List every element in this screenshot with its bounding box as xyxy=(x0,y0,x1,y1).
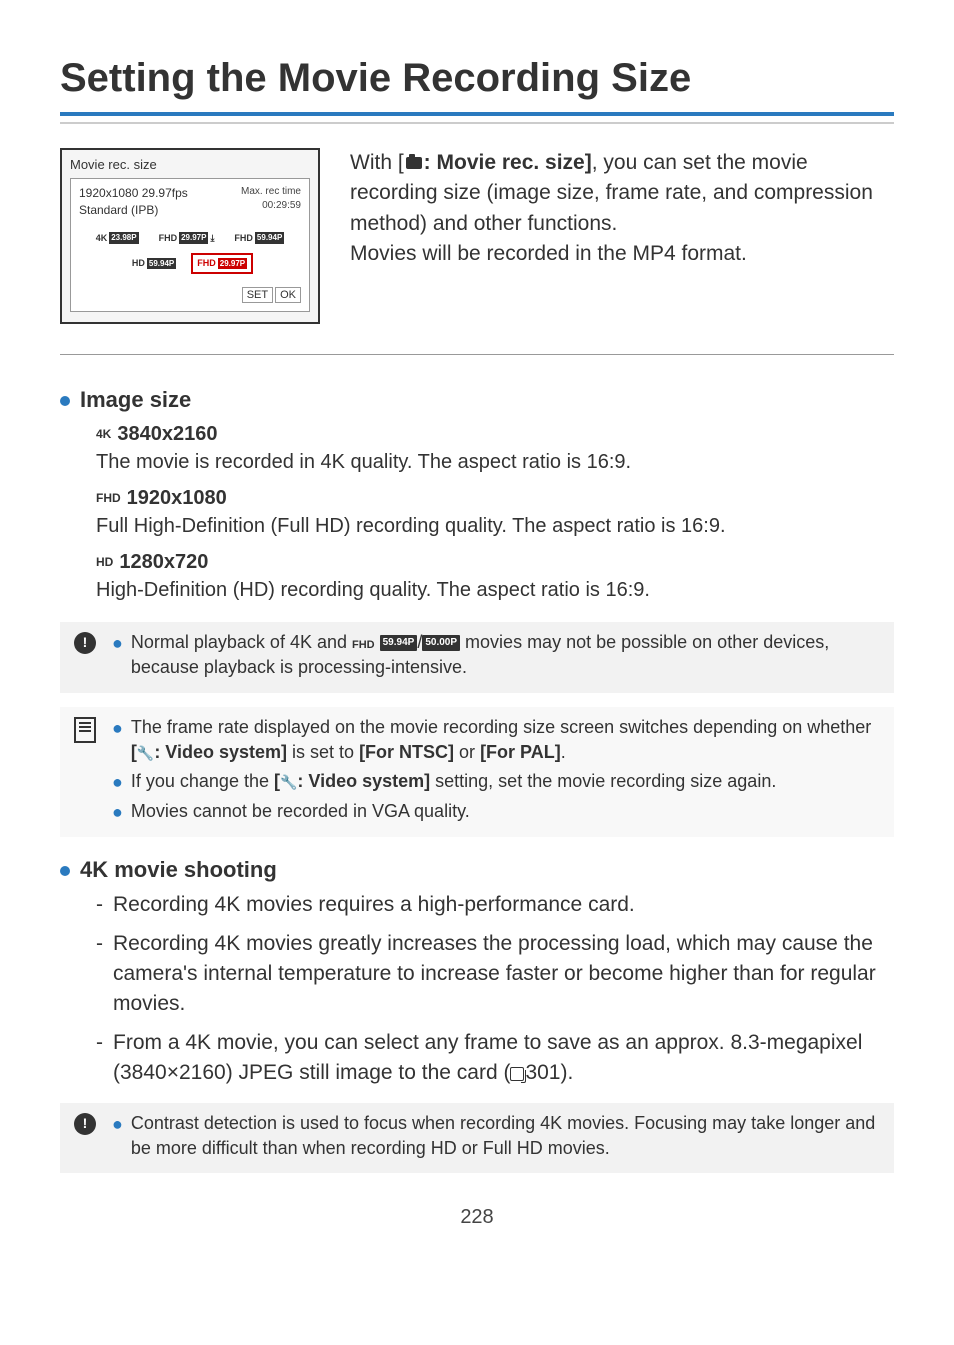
info-icon: ! xyxy=(74,632,98,654)
note-item-1: ● The frame rate displayed on the movie … xyxy=(112,715,880,765)
fourk-list: - Recording 4K movies requires a high-pe… xyxy=(60,890,894,1089)
intro-part2: Movies will be recorded in the MP4 forma… xyxy=(350,239,894,269)
fourk-item-3: - From a 4K movie, you can select any fr… xyxy=(96,1028,894,1089)
camera-icon xyxy=(406,157,422,169)
n1-end: . xyxy=(561,742,566,762)
page-number: 228 xyxy=(60,1203,894,1231)
n2-suffix: setting, set the movie recording size ag… xyxy=(430,771,776,791)
n1-mid: is set to xyxy=(287,742,359,762)
dash-icon: - xyxy=(96,890,103,920)
res-4k-line: 4K 3840x2160 xyxy=(96,420,894,448)
intro-prefix: With [ xyxy=(350,151,404,174)
blue-bullet-icon: ● xyxy=(112,770,123,795)
n3-text: Movies cannot be recorded in VGA quality… xyxy=(131,799,470,825)
ss-compression: Standard (IPB) xyxy=(79,202,188,219)
intro-bold: : Movie rec. size] xyxy=(424,151,592,174)
n2-prefix: If you change the xyxy=(131,771,274,791)
ss-opt-hd-5994: HD59.94P xyxy=(127,253,181,274)
ss-header: Movie rec. size xyxy=(70,156,310,174)
res-fhd-desc: Full High-Definition (Full HD) recording… xyxy=(96,512,894,540)
ss-resolution: 1920x1080 29.97fps xyxy=(79,185,188,202)
fourk-item3-suffix: ). xyxy=(561,1061,574,1084)
w1-rate1: 59.94P xyxy=(380,635,418,651)
note-item-2: ● If you change the [: Video system] set… xyxy=(112,769,880,795)
image-size-label: Image size xyxy=(80,385,191,416)
n1-b3: [For PAL] xyxy=(480,742,561,762)
fourk-item1-text: Recording 4K movies requires a high-perf… xyxy=(113,890,635,920)
blue-bullet-icon: ● xyxy=(112,1112,123,1161)
warning1-item: ● Normal playback of 4K and FHD 59.94P/5… xyxy=(112,630,880,680)
blue-bullet-icon: ● xyxy=(112,800,123,825)
warning2-item: ● Contrast detection is used to focus wh… xyxy=(112,1111,880,1161)
n1-b2: [For NTSC] xyxy=(359,742,454,762)
fourk-label: 4K movie shooting xyxy=(80,855,277,886)
ss-opt-fhd-2997-selected: FHD29.97P xyxy=(191,253,253,274)
ss-meta-value: 00:29:59 xyxy=(241,199,301,213)
page-title: Setting the Movie Recording Size xyxy=(60,50,894,106)
intro-text: With [: Movie rec. size], you can set th… xyxy=(350,148,894,270)
ss-opt-fhd-5994: FHD59.94P xyxy=(229,229,289,248)
fourk-item2-text: Recording 4K movies greatly increases th… xyxy=(113,929,894,1020)
badge-hd-icon: HD xyxy=(96,554,113,571)
ss-ok-label: OK xyxy=(275,287,301,303)
bullet-icon xyxy=(60,866,70,876)
res-fhd-line: FHD 1920x1080 xyxy=(96,484,894,512)
blue-bullet-icon: ● xyxy=(112,631,123,680)
fourk-item3-page: 301 xyxy=(525,1061,560,1084)
ss-opt-fhd-2997-dl: FHD29.97P⤓ xyxy=(154,229,220,248)
badge-fhd-icon: FHD xyxy=(96,490,121,507)
n1-prefix: The frame rate displayed on the movie re… xyxy=(131,717,871,737)
w1-prefix: Normal playback of 4K and xyxy=(131,632,352,652)
dash-icon: - xyxy=(96,929,103,1020)
ss-set-label: SET xyxy=(242,287,273,303)
n1-or: or xyxy=(454,742,480,762)
section-divider xyxy=(60,354,894,355)
n1-b1-bracket: [ xyxy=(131,742,137,762)
res-hd-value: 1280x720 xyxy=(119,548,208,576)
image-size-body: 4K 3840x2160 The movie is recorded in 4K… xyxy=(60,420,894,604)
badge-4k-icon: 4K xyxy=(96,426,111,443)
res-fhd-value: 1920x1080 xyxy=(127,484,227,512)
notes-box: ● The frame rate displayed on the movie … xyxy=(60,707,894,838)
title-accent-bar xyxy=(60,112,894,116)
note-item-3: ● Movies cannot be recorded in VGA quali… xyxy=(112,799,880,825)
res-hd-desc: High-Definition (HD) recording quality. … xyxy=(96,576,894,604)
wrench-icon xyxy=(280,771,297,791)
fourk-item3-prefix: From a 4K movie, you can select any fram… xyxy=(113,1031,862,1084)
title-divider xyxy=(60,122,894,124)
res-4k-value: 3840x2160 xyxy=(117,420,217,448)
w1-rate2: 50.00P xyxy=(422,635,460,651)
info-icon: ! xyxy=(74,1113,98,1135)
fourk-item-2: - Recording 4K movies greatly increases … xyxy=(96,929,894,1020)
ss-opt-4k: 4K23.98P xyxy=(91,229,144,248)
intro-row: Movie rec. size 1920x1080 29.97fps Stand… xyxy=(60,148,894,324)
page-ref-icon xyxy=(510,1067,524,1081)
ss-panel: 1920x1080 29.97fps Standard (IPB) Max. r… xyxy=(70,178,310,312)
image-size-heading: Image size xyxy=(60,385,894,416)
bullet-icon xyxy=(60,396,70,406)
notepad-icon xyxy=(74,717,98,743)
n1-b1-label: : Video system] xyxy=(154,742,287,762)
warning2-text: Contrast detection is used to focus when… xyxy=(131,1111,880,1161)
warning-box-contrast: ! ● Contrast detection is used to focus … xyxy=(60,1103,894,1173)
camera-ui-screenshot: Movie rec. size 1920x1080 29.97fps Stand… xyxy=(60,148,320,324)
res-4k-desc: The movie is recorded in 4K quality. The… xyxy=(96,448,894,476)
res-hd-line: HD 1280x720 xyxy=(96,548,894,576)
wrench-icon xyxy=(137,742,154,762)
ss-options: 4K23.98P FHD29.97P⤓ FHD59.94P HD59.94P F… xyxy=(79,229,301,274)
n2-b-label: : Video system] xyxy=(297,771,430,791)
blue-bullet-icon: ● xyxy=(112,716,123,765)
ss-meta-label: Max. rec time xyxy=(241,185,301,199)
warning-box-playback: ! ● Normal playback of 4K and FHD 59.94P… xyxy=(60,622,894,692)
fourk-item-1: - Recording 4K movies requires a high-pe… xyxy=(96,890,894,920)
fourk-heading: 4K movie shooting xyxy=(60,855,894,886)
w1-fhd-icon: FHD xyxy=(352,639,375,651)
dash-icon: - xyxy=(96,1028,103,1089)
ss-set-ok: SETOK xyxy=(79,288,301,303)
